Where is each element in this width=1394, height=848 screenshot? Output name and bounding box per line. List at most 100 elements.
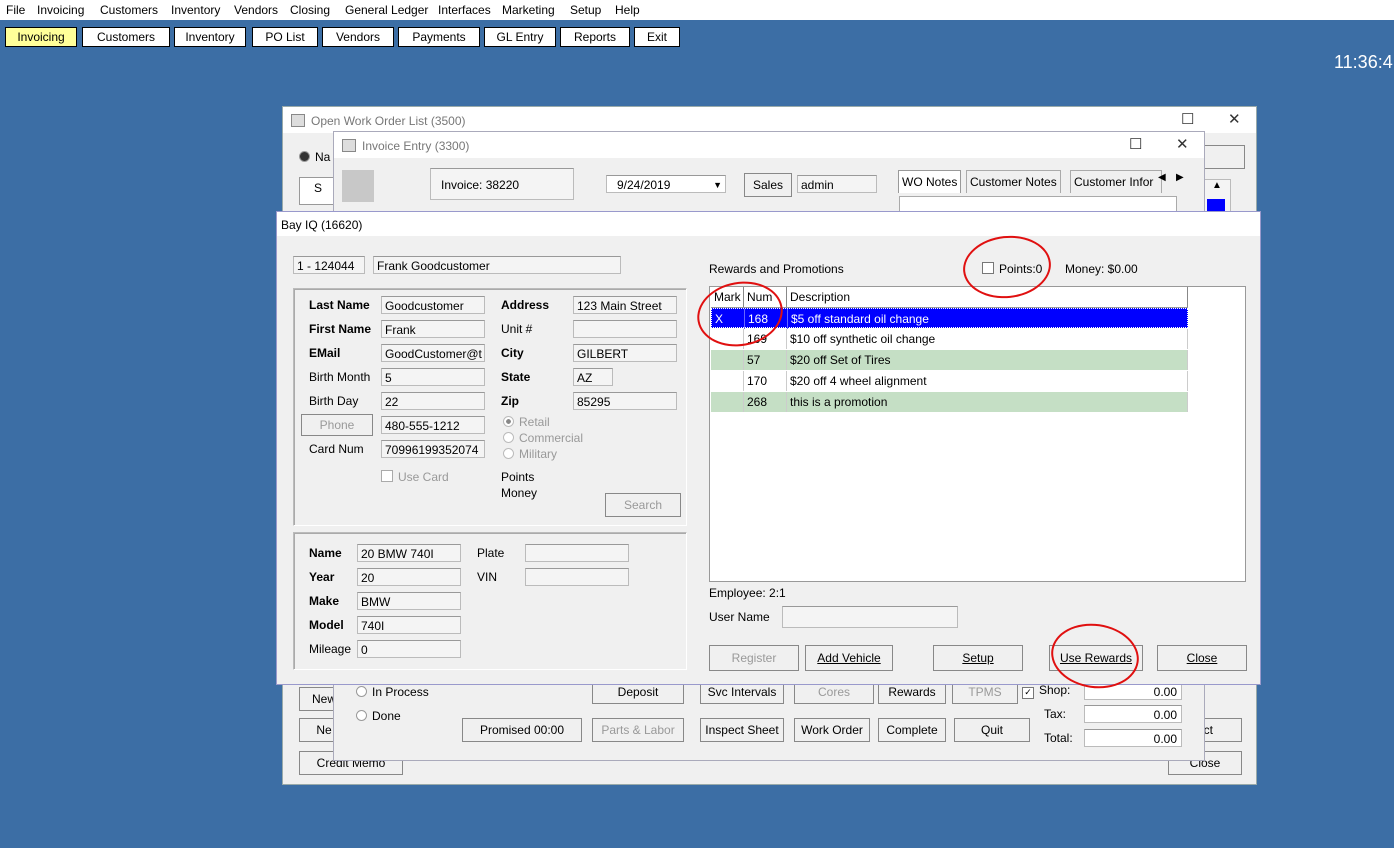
work-order-button[interactable]: Work Order (794, 718, 870, 742)
in-process-radio[interactable]: In Process (356, 685, 429, 699)
quit-button[interactable]: Quit (954, 718, 1030, 742)
vehicle-mileage-field[interactable]: 0 (357, 640, 461, 658)
bay-iq-close-button[interactable]: Close (1157, 645, 1247, 671)
done-label: Done (372, 709, 401, 723)
bay-iq-title: Bay IQ (16620) (281, 218, 363, 232)
invoice-date-value: 9/24/2019 (617, 178, 671, 192)
invoice-date-select[interactable]: 9/24/2019 ▼ (606, 175, 726, 193)
inspect-sheet-button[interactable]: Inspect Sheet (700, 718, 784, 742)
toolbar-payments-button[interactable]: Payments (398, 27, 480, 47)
promised-button[interactable]: Promised 00:00 (462, 718, 582, 742)
commercial-radio[interactable]: Commercial (503, 431, 583, 445)
toolbar-po-list-button[interactable]: PO List (252, 27, 318, 47)
birth-day-field[interactable]: 22 (381, 392, 485, 410)
close-icon[interactable]: ✕ (1228, 110, 1241, 128)
menu-closing[interactable]: Closing (290, 3, 330, 17)
maximize-icon[interactable]: ☐ (1129, 135, 1142, 153)
total-amount: 0.00 (1084, 729, 1182, 747)
done-radio[interactable]: Done (356, 709, 401, 723)
row-num: 57 (744, 350, 787, 370)
row-num: 268 (744, 392, 787, 412)
menu-marketing[interactable]: Marketing (502, 3, 555, 17)
menu-customers[interactable]: Customers (100, 3, 158, 17)
register-button[interactable]: Register (709, 645, 799, 671)
toolbar-invoicing-button[interactable]: Invoicing (5, 27, 77, 47)
tab-customer-info[interactable]: Customer Infor (1070, 170, 1162, 193)
tab-wo-notes[interactable]: WO Notes (898, 170, 962, 193)
maximize-icon[interactable]: ☐ (1181, 110, 1194, 128)
user-name-field[interactable] (782, 606, 958, 628)
birth-month-field[interactable]: 5 (381, 368, 485, 386)
unit-field[interactable] (573, 320, 677, 338)
city-label: City (501, 346, 524, 360)
in-process-label: In Process (372, 685, 429, 699)
menu-vendors[interactable]: Vendors (234, 3, 278, 17)
shop-checkbox[interactable]: ✓ Shop: (1022, 683, 1070, 699)
toolbar-vendors-button[interactable]: Vendors (322, 27, 394, 47)
city-field[interactable]: GILBERT (573, 344, 677, 362)
menu-interfaces[interactable]: Interfaces (438, 3, 491, 17)
last-name-field[interactable]: Goodcustomer (381, 296, 485, 314)
vehicle-model-field[interactable]: 740I (357, 616, 461, 634)
toolbar-reports-button[interactable]: Reports (560, 27, 630, 47)
sales-user-field[interactable]: admin (797, 175, 877, 193)
menu-file[interactable]: File (6, 3, 25, 17)
vehicle-name-field[interactable]: 20 BMW 740I (357, 544, 461, 562)
rewards-grid-header: Mark Num Description (711, 287, 1188, 308)
table-row[interactable]: 57 $20 off Set of Tires (711, 350, 1188, 370)
vehicle-make-field[interactable]: BMW (357, 592, 461, 610)
use-card-checkbox[interactable]: Use Card (381, 470, 449, 484)
vin-field[interactable] (525, 568, 629, 586)
toolbar-inventory-button[interactable]: Inventory (174, 27, 246, 47)
phone-button[interactable]: Phone (301, 414, 373, 436)
card-num-field[interactable]: 70996199352074 (381, 440, 485, 458)
name-radio[interactable]: Na (299, 150, 330, 164)
toolbar-gl-entry-button[interactable]: GL Entry (484, 27, 556, 47)
menu-invoicing[interactable]: Invoicing (37, 3, 84, 17)
toolbar-exit-button[interactable]: Exit (634, 27, 680, 47)
work-order-grid[interactable]: S (299, 177, 337, 205)
retail-radio[interactable]: Retail (503, 415, 550, 429)
row-num: 170 (744, 371, 787, 391)
toolbar-customers-button[interactable]: Customers (82, 27, 170, 47)
close-icon[interactable]: ✕ (1176, 135, 1189, 153)
customer-full-name-field[interactable]: Frank Goodcustomer (373, 256, 621, 274)
table-row[interactable]: 170 $20 off 4 wheel alignment (711, 371, 1188, 391)
sales-button[interactable]: Sales (744, 173, 792, 197)
scroll-up-icon[interactable]: ▲ (1204, 180, 1230, 191)
menu-inventory[interactable]: Inventory (171, 3, 220, 17)
menu-bar: File Invoicing Customers Inventory Vendo… (0, 0, 1394, 20)
birth-day-label: Birth Day (309, 394, 359, 408)
table-row[interactable]: 268 this is a promotion (711, 392, 1188, 412)
phone-field[interactable]: 480-555-1212 (381, 416, 485, 434)
add-vehicle-button[interactable]: Add Vehicle (805, 645, 893, 671)
military-radio[interactable]: Military (503, 447, 557, 461)
row-mark (711, 350, 744, 370)
rewards-grid[interactable]: Mark Num Description X 168 $5 off standa… (709, 286, 1246, 582)
menu-help[interactable]: Help (615, 3, 640, 17)
invoice-entry-titlebar: Invoice Entry (3300) ☐ ✕ (334, 132, 1204, 158)
unit-label: Unit # (501, 322, 533, 336)
email-field[interactable]: GoodCustomer@t (381, 344, 485, 362)
setup-button[interactable]: Setup (933, 645, 1023, 671)
parts-labor-button[interactable]: Parts & Labor (592, 718, 684, 742)
tab-customer-notes[interactable]: Customer Notes (966, 170, 1061, 193)
first-name-field[interactable]: Frank (381, 320, 485, 338)
search-button[interactable]: Search (605, 493, 681, 517)
vehicle-year-field[interactable]: 20 (357, 568, 461, 586)
account-number-field[interactable]: 1 - 124044 (293, 256, 365, 274)
employee-label: Employee: 2:1 (709, 586, 786, 600)
state-label: State (501, 370, 531, 384)
tab-scroll-right-icon[interactable]: ▶ (1176, 172, 1184, 183)
tab-scroll-left-icon[interactable]: ◀ (1158, 172, 1166, 183)
zip-field[interactable]: 85295 (573, 392, 677, 410)
state-field[interactable]: AZ (573, 368, 613, 386)
row-description: $10 off synthetic oil change (787, 329, 1188, 349)
address-field[interactable]: 123 Main Street (573, 296, 677, 314)
table-row[interactable]: 169 $10 off synthetic oil change (711, 329, 1188, 349)
menu-setup[interactable]: Setup (570, 3, 601, 17)
plate-field[interactable] (525, 544, 629, 562)
menu-general-ledger[interactable]: General Ledger (345, 3, 428, 17)
birth-month-label: Birth Month (309, 370, 371, 384)
complete-button[interactable]: Complete (878, 718, 946, 742)
